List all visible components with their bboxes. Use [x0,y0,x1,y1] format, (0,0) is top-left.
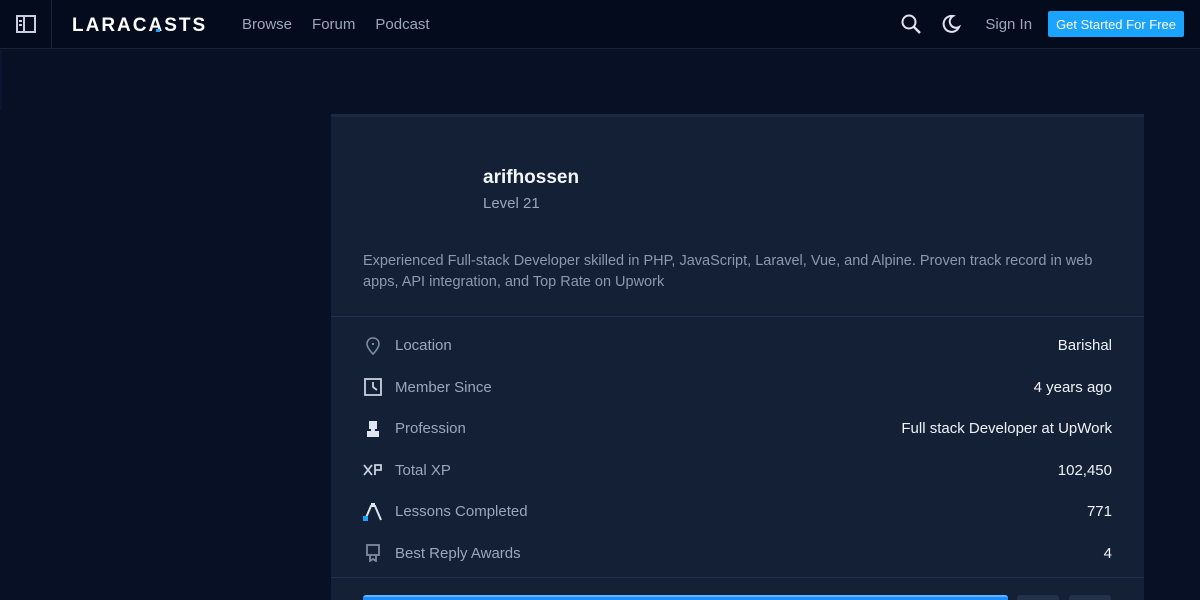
nav-link-podcast[interactable]: Podcast [375,16,429,33]
stat-value: 771 [1086,503,1112,521]
theme-toggle-button[interactable] [939,12,963,36]
stat-value: 4 years ago [1033,378,1112,396]
more-action-button[interactable] [1069,595,1111,600]
divider [331,577,1144,578]
xp-icon [363,460,383,480]
nav-links: Browse Forum Podcast [242,16,430,33]
stat-label: Lessons Completed [395,503,528,521]
clock-icon [363,377,383,397]
stat-value: Full stack Developer at UpWork [901,420,1112,438]
stat-value: Barishal [1057,337,1112,355]
sidebar-toggle-icon [15,15,36,33]
stat-row-total-xp: Total XP 102,450 [363,450,1112,492]
stat-row-best-reply-awards: Best Reply Awards 4 [363,533,1112,575]
sign-in-link[interactable]: Sign In [985,16,1032,33]
secondary-action-button[interactable] [1017,595,1059,600]
top-nav: LARACASTS Browse Forum Podcast Sign In G… [0,0,1200,49]
stat-label: Total XP [395,461,451,479]
location-pin-icon [363,336,383,356]
stat-row-lessons-completed: Lessons Completed 771 [363,491,1112,533]
nav-link-forum[interactable]: Forum [312,16,355,33]
profile-header: arifhossen Level 21 [483,167,579,212]
stat-label: Best Reply Awards [395,544,521,562]
person-icon [363,419,383,439]
lessons-icon [363,502,383,522]
stat-label: Location [395,337,452,355]
stat-label: Profession [395,420,466,438]
logo-text: LARACASTS [72,15,207,33]
search-button[interactable] [899,12,923,36]
search-icon [901,14,922,34]
profile-card: arifhossen Level 21 Experienced Full-sta… [331,114,1144,600]
stat-row-member-since: Member Since 4 years ago [363,367,1112,409]
stat-row-profession: Profession Full stack Developer at UpWor… [363,408,1112,450]
left-rail [0,50,2,110]
profile-stats: Location Barishal Member Since 4 years a… [363,325,1112,574]
award-icon [363,543,383,563]
profile-bio: Experienced Full-stack Developer skilled… [363,253,1093,290]
stat-row-location: Location Barishal [363,325,1112,367]
laracasts-logo[interactable]: LARACASTS [72,0,222,49]
moon-icon [943,14,962,33]
get-started-button[interactable]: Get Started For Free [1048,11,1184,37]
nav-link-browse[interactable]: Browse [242,16,292,33]
stat-value: 4 [1103,544,1112,562]
divider [331,316,1144,317]
profile-level: Level 21 [483,195,540,212]
stat-value: 102,450 [1057,461,1112,479]
stat-label: Member Since [395,378,492,396]
sidebar-toggle-button[interactable] [0,0,52,49]
primary-action-button[interactable] [363,595,1008,600]
profile-username: arifhossen [483,167,580,188]
